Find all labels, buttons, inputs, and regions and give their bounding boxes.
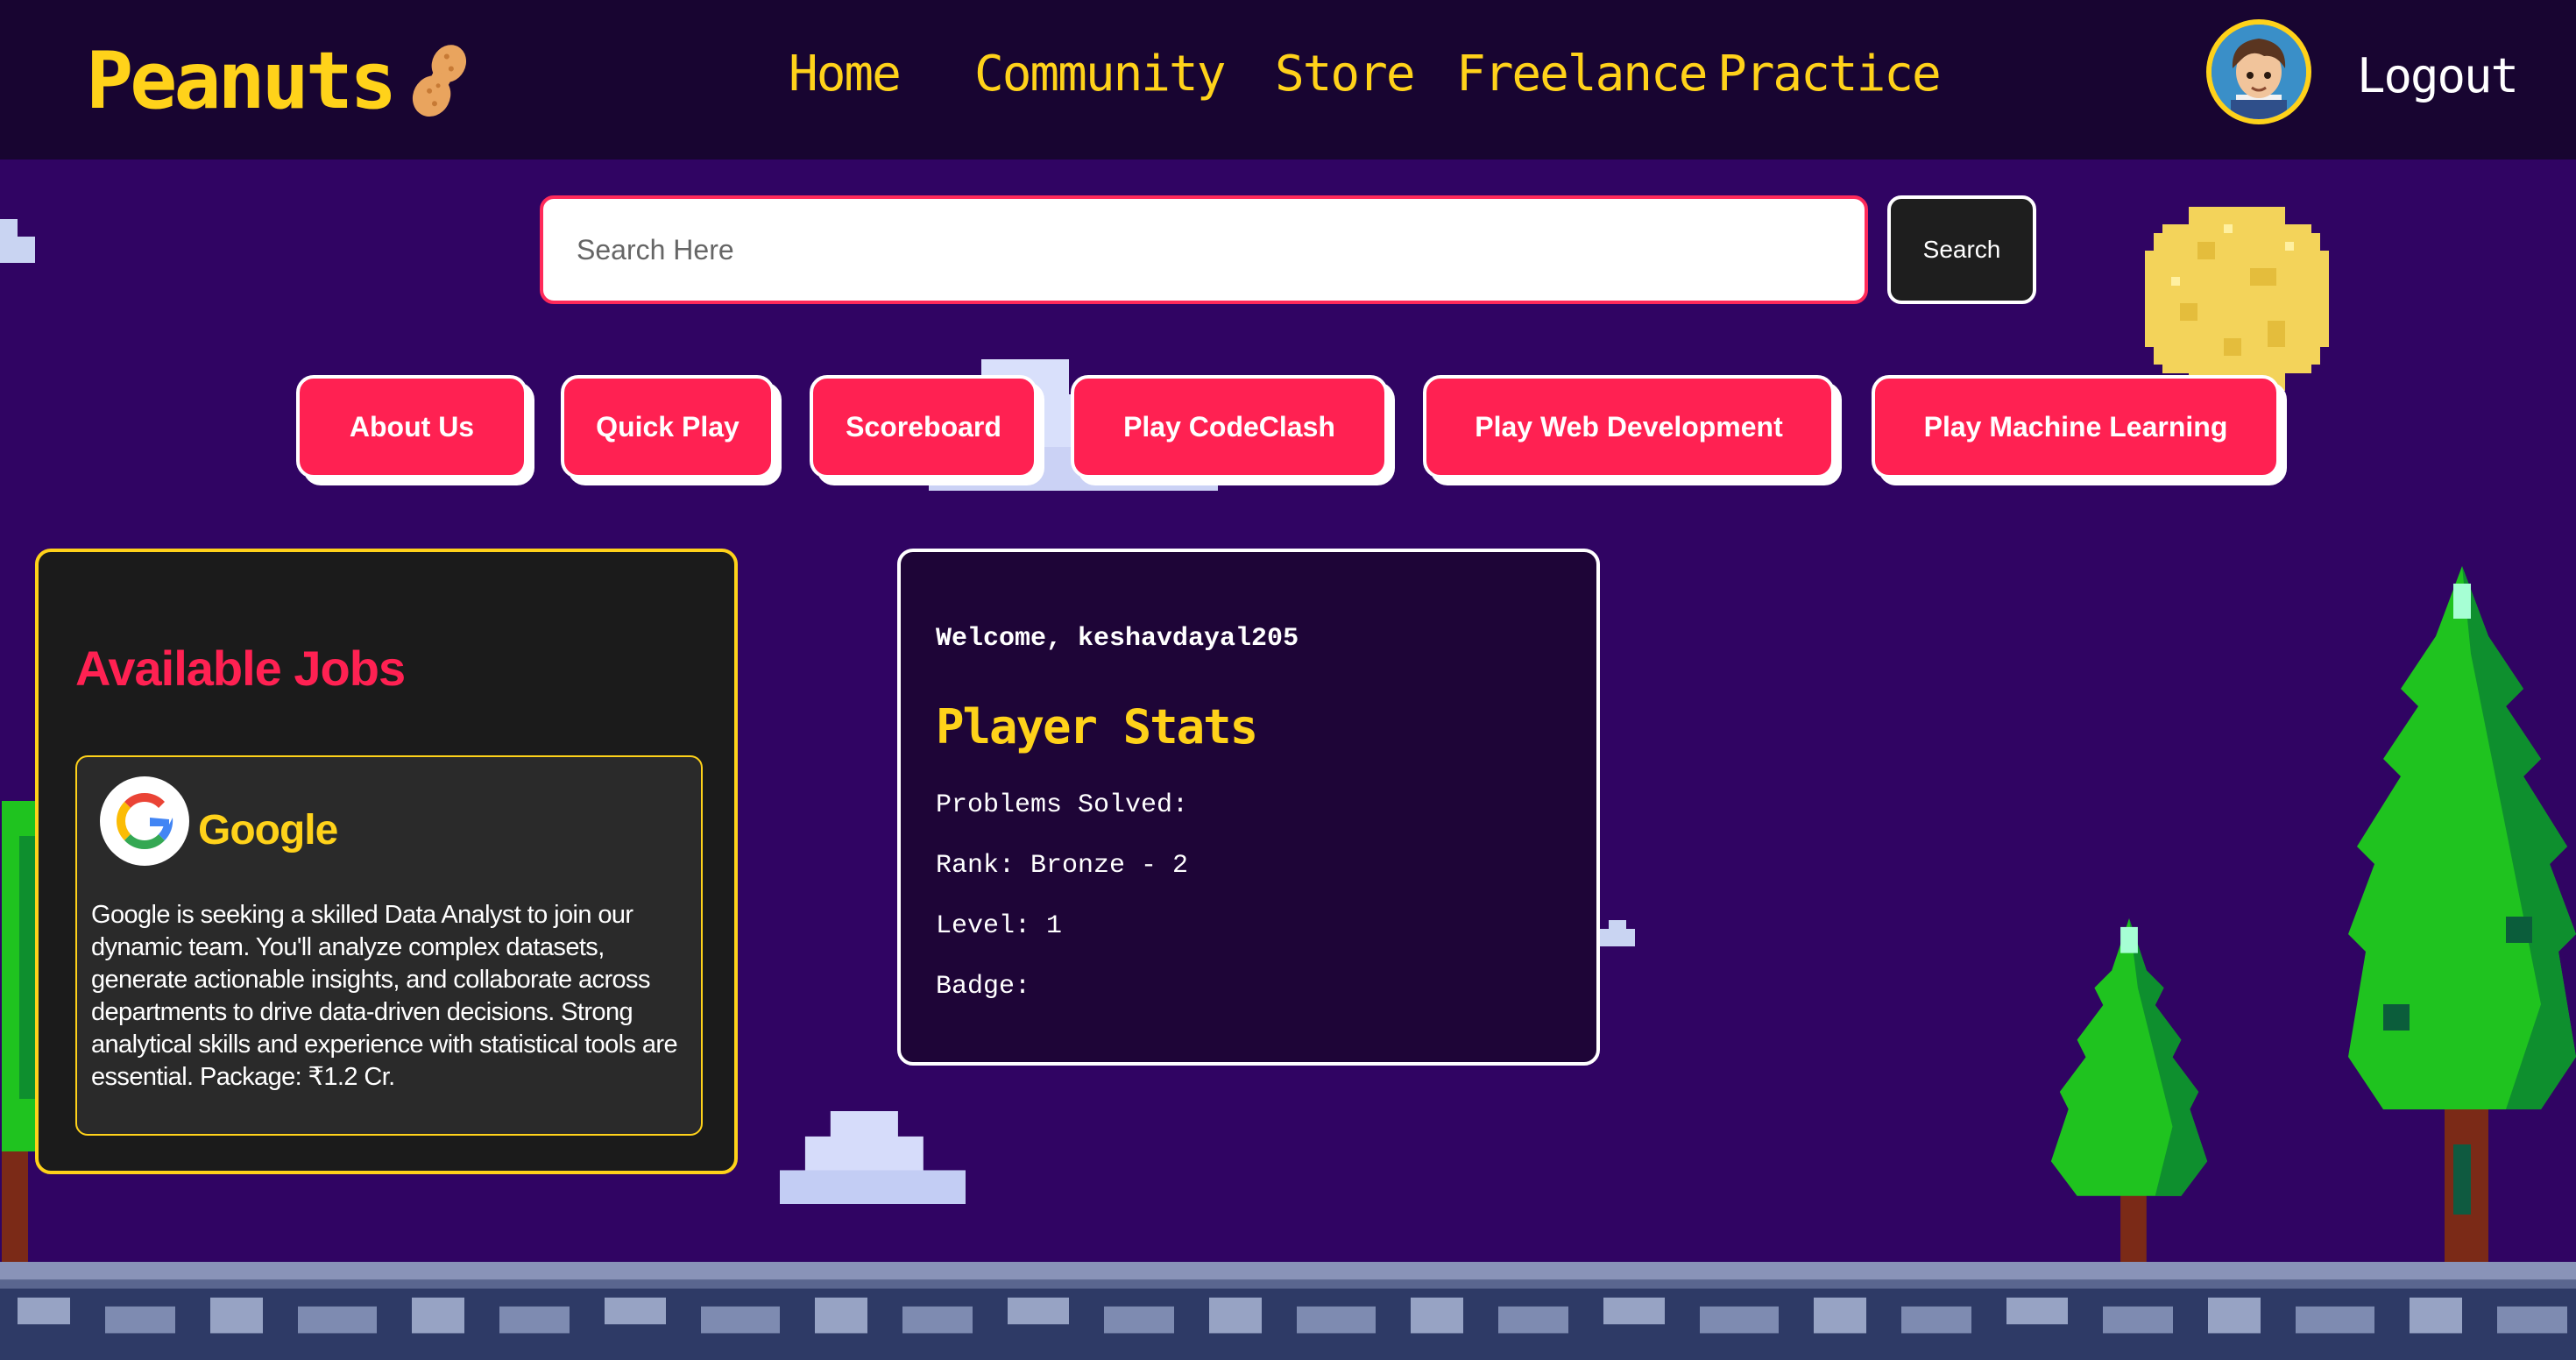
pine-tree-decoration xyxy=(2,801,37,1265)
play-web-development-button[interactable]: Play Web Development xyxy=(1423,375,1835,478)
cloud-decoration xyxy=(1600,920,1635,946)
stat-problems-solved: Problems Solved: xyxy=(936,790,1189,820)
nav-home[interactable]: Home xyxy=(789,46,902,103)
cloud-decoration xyxy=(780,1111,966,1204)
about-us-button[interactable]: About Us xyxy=(296,375,527,478)
quick-play-button[interactable]: Quick Play xyxy=(561,375,775,478)
available-jobs-panel: Available Jobs Google Google is seeking … xyxy=(35,549,738,1174)
job-description: Google is seeking a skilled Data Analyst… xyxy=(91,901,678,1091)
brand-name: Peanuts xyxy=(86,34,397,127)
player-stats-panel: Welcome, keshavdayal205 Player Stats Pro… xyxy=(897,549,1600,1066)
player-stats-title: Player Stats xyxy=(936,699,1258,754)
pine-tree-decoration xyxy=(2050,918,2208,1265)
pine-tree-decoration xyxy=(2348,566,2576,1267)
welcome-message: Welcome, keshavdayal205 xyxy=(936,624,1299,654)
nav-practice[interactable]: Practice xyxy=(1717,46,1942,103)
play-machine-learning-button[interactable]: Play Machine Learning xyxy=(1872,375,2280,478)
top-navbar: Peanuts Home Community Store Freelance P… xyxy=(0,0,2576,159)
cloud-decoration xyxy=(0,219,35,263)
play-codeclash-button[interactable]: Play CodeClash xyxy=(1071,375,1388,478)
search-input[interactable] xyxy=(540,195,1868,304)
stat-badge: Badge: xyxy=(936,972,1031,1002)
peanut-icon xyxy=(413,45,467,117)
stone-ground-decoration xyxy=(0,1262,2576,1360)
scoreboard-button[interactable]: Scoreboard xyxy=(810,375,1037,478)
stat-level: Level: 1 xyxy=(936,911,1063,941)
job-card[interactable]: Google Google is seeking a skilled Data … xyxy=(75,755,703,1136)
nav-freelance[interactable]: Freelance xyxy=(1456,46,1708,103)
user-avatar[interactable] xyxy=(2206,19,2311,124)
nav-store[interactable]: Store xyxy=(1275,46,1416,103)
company-name: Google xyxy=(198,807,338,854)
search-button[interactable]: Search xyxy=(1887,195,2036,304)
avatar-face-icon xyxy=(2212,25,2306,119)
jobs-title: Available Jobs xyxy=(75,641,406,696)
logout-link[interactable]: Logout xyxy=(2357,48,2519,103)
nav-community[interactable]: Community xyxy=(974,46,1226,103)
stat-rank: Rank: Bronze - 2 xyxy=(936,851,1189,881)
brand-logo[interactable]: Peanuts xyxy=(86,28,471,133)
moon-decoration xyxy=(2145,207,2329,391)
google-logo-icon xyxy=(100,776,189,866)
